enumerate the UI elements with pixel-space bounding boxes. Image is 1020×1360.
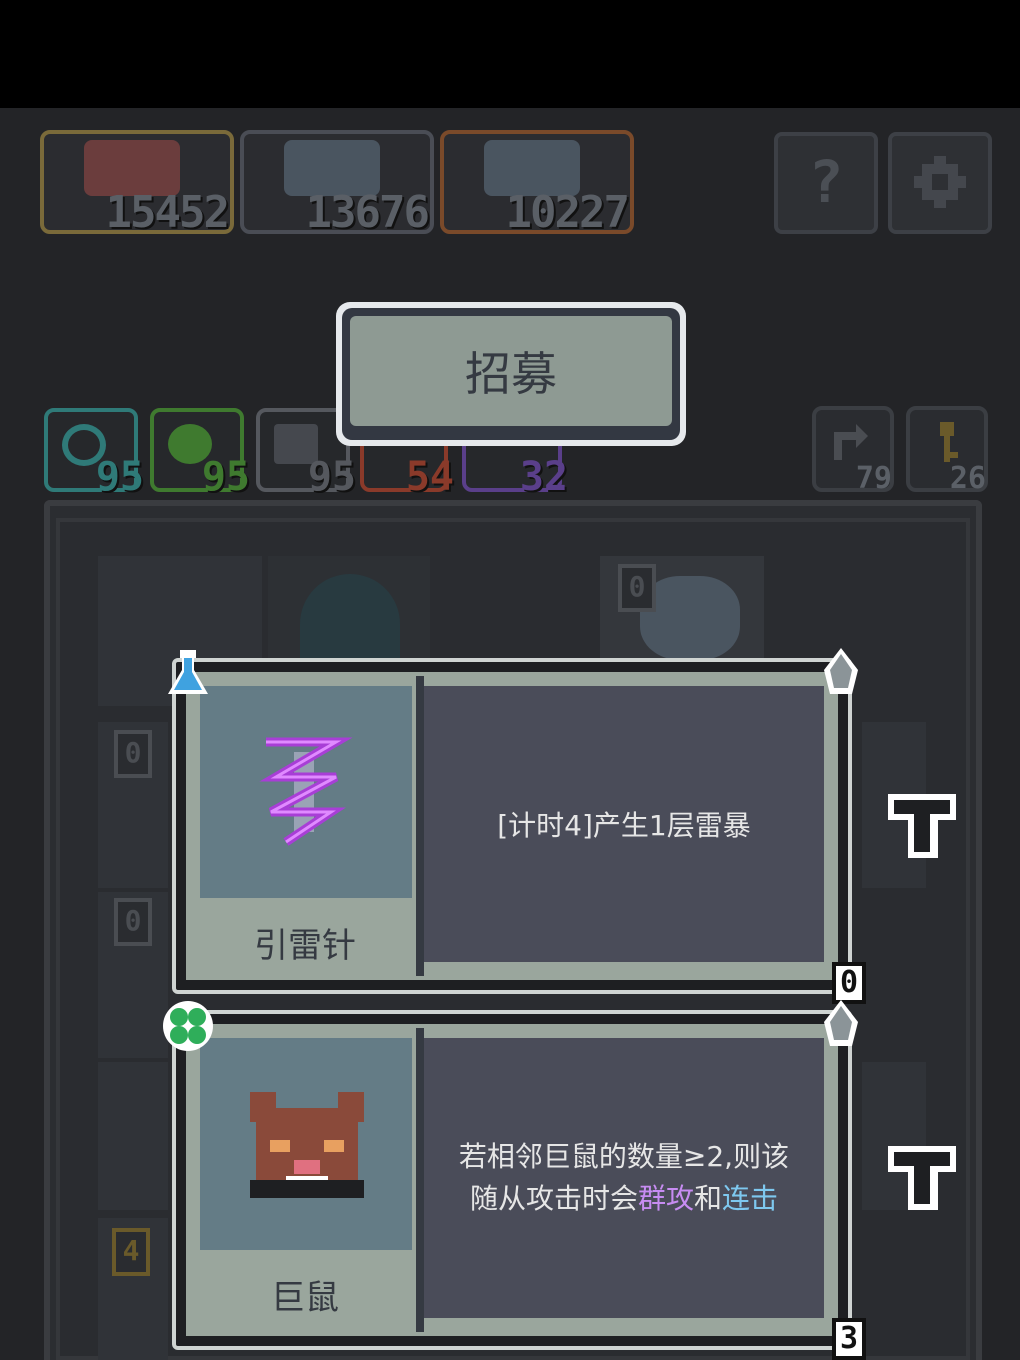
rat-icon	[250, 1092, 364, 1198]
card-description-text: [计时4]产生1层雷暴	[497, 809, 751, 842]
resource-count: 95	[307, 454, 356, 500]
leader-slot-1[interactable]: 15452	[40, 130, 234, 238]
question-icon: ?	[808, 148, 844, 216]
help-button[interactable]: ?	[774, 132, 878, 234]
card-copies-count: 3	[832, 1318, 866, 1360]
arrowhead-icon	[824, 1000, 858, 1046]
clover-icon	[163, 1001, 213, 1051]
card-divider	[416, 1028, 424, 1332]
recruit-button[interactable]: 招募	[336, 302, 686, 446]
sword-icon[interactable]	[886, 790, 958, 862]
recruit-label: 招募	[350, 316, 672, 426]
card-description: [计时4]产生1层雷暴	[424, 686, 824, 962]
leader-score: 13676	[305, 187, 430, 238]
resource-count: 32	[519, 454, 568, 500]
leader-score: 15452	[105, 187, 230, 238]
card-description: 若相邻巨鼠的数量≥2,则该 随从攻击时会群攻和连击	[424, 1038, 824, 1318]
card-description-text: 若相邻巨鼠的数量≥2,则该	[458, 1140, 790, 1173]
card-description-text: 随从攻击时会	[469, 1182, 638, 1215]
card-art-panel	[200, 1038, 412, 1250]
sword-icon[interactable]	[886, 1142, 958, 1214]
gear-icon	[914, 156, 966, 208]
card-divider	[416, 676, 424, 976]
refresh-icon	[834, 424, 868, 460]
flask-icon	[168, 650, 208, 694]
resource-count: 95	[95, 454, 144, 500]
arrowhead-icon	[824, 648, 858, 694]
card-art-panel	[200, 686, 412, 898]
leader-score: 10227	[505, 187, 630, 238]
card-name: 引雷针	[254, 926, 356, 966]
unit-level-tag: 0	[618, 564, 656, 612]
card-giant-rat[interactable]: 巨鼠 若相邻巨鼠的数量≥2,则该 随从攻击时会群攻和连击 3	[163, 1000, 866, 1360]
key-icon	[940, 422, 958, 462]
leader-slot-3[interactable]: 10227	[440, 130, 634, 238]
refresh-count: 79	[855, 461, 892, 496]
keyword-combo: 连击	[722, 1182, 779, 1215]
card-copies-count: 0	[832, 962, 866, 1004]
card-description-text: 和	[694, 1182, 723, 1215]
refresh-counter[interactable]: 79	[812, 406, 894, 496]
key-count: 26	[949, 461, 986, 496]
unit-level-tag: 0	[114, 730, 152, 778]
top-black-bar	[0, 0, 1020, 108]
unit-level-tag: 0	[114, 898, 152, 946]
board-cell[interactable]	[98, 1062, 168, 1210]
unit-level-tag: 4	[112, 1228, 150, 1276]
card-lightning-rod[interactable]: 引雷针 [计时4]产生1层雷暴 0	[168, 648, 866, 1004]
key-counter[interactable]: 26	[906, 406, 988, 496]
lightning-rod-icon	[259, 737, 353, 846]
card-name: 巨鼠	[271, 1278, 339, 1318]
resource-leaf: 95	[150, 408, 250, 500]
keyword-aoe: 群攻	[637, 1182, 694, 1215]
resource-count: 54	[405, 454, 454, 500]
resource-swirl: 95	[44, 408, 144, 500]
settings-button[interactable]	[888, 132, 992, 234]
leader-slot-2[interactable]: 13676	[240, 130, 434, 238]
resource-count: 95	[201, 454, 250, 500]
